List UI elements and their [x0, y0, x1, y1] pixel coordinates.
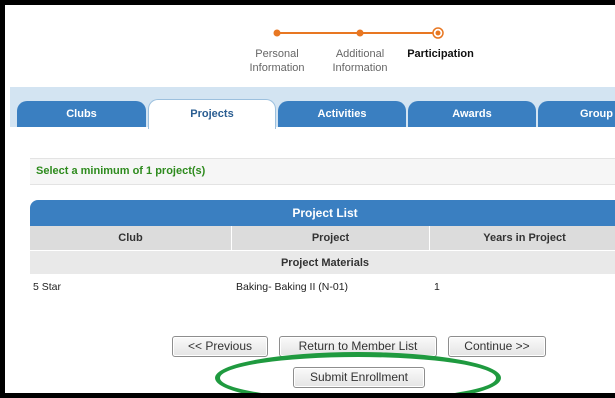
minimum-projects-notice: Select a minimum of 1 project(s) — [30, 158, 615, 185]
continue-button[interactable]: Continue >> — [448, 336, 546, 357]
cell-years: 1 — [434, 281, 440, 293]
project-list-table: Project List Club Project Years in Proje… — [30, 200, 615, 300]
step-personal-information: Personal Information — [249, 48, 305, 74]
column-header-project: Project — [232, 226, 430, 250]
cell-project: Baking- Baking II (N-01) — [236, 281, 349, 293]
tab-strip: Clubs Projects Activities Awards Group — [10, 87, 615, 129]
progress-steps: Personal Information Additional Informat… — [5, 5, 615, 85]
step-dot-personal — [273, 29, 281, 37]
page-frame: Personal Information Additional Informat… — [0, 0, 615, 398]
cell-club: 5 Star — [33, 281, 62, 293]
step-additional-information: Additional Information — [332, 48, 388, 74]
column-header-years: Years in Project — [430, 226, 615, 250]
previous-button[interactable]: << Previous — [172, 336, 268, 357]
project-list-header: Club Project Years in Project — [30, 226, 615, 250]
project-list-title: Project List — [30, 200, 615, 226]
column-header-club: Club — [30, 226, 232, 250]
tab-projects[interactable]: Projects — [148, 99, 276, 129]
step-dot-additional — [356, 29, 364, 37]
table-row: 5 Star Baking- Baking II (N-01) 1 — [30, 274, 615, 300]
step-participation: Participation — [407, 48, 474, 60]
tab-group[interactable]: Group — [538, 101, 615, 127]
tab-clubs[interactable]: Clubs — [17, 101, 146, 127]
project-materials-group: Project Materials — [30, 250, 615, 274]
tab-awards[interactable]: Awards — [408, 101, 536, 127]
tab-activities[interactable]: Activities — [278, 101, 406, 127]
highlight-oval-annotation — [215, 352, 501, 393]
